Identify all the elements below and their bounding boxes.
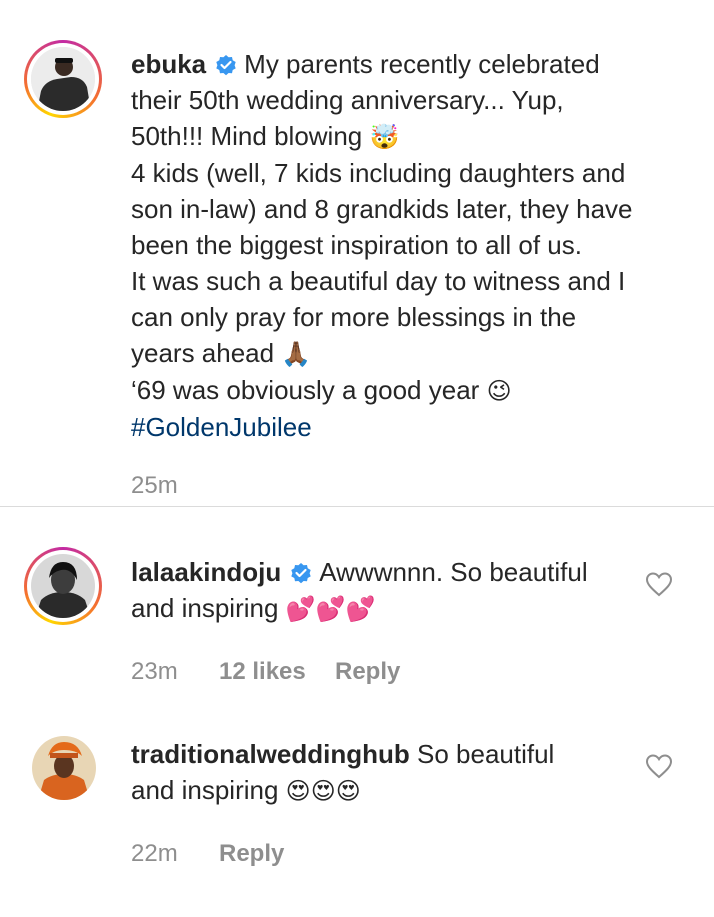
caption-text-line-1: My parents recently celebrated [244, 49, 600, 79]
exploding-head-emoji-icon: 🤯 [369, 123, 400, 151]
comment-2-reply-button[interactable]: Reply [219, 840, 284, 868]
like-heart-icon[interactable] [645, 753, 673, 779]
comment-1-text-line-1: Awwwnnn. So beautiful [319, 557, 588, 587]
caption-line-8: can only pray for more blessings in the [131, 302, 577, 332]
comment-1-body: lalaakindoju Awwwnnn. So beautiful and in… [131, 554, 588, 627]
caption-line-4: 4 kids (well, 7 kids including daughters… [131, 158, 626, 188]
winking-face-emoji-icon: 😉 [486, 377, 512, 405]
verified-badge-icon [216, 55, 236, 76]
comment-2-text-line-2: and inspiring [131, 775, 279, 805]
caption-line-6: been the biggest inspiration to all of u… [131, 230, 582, 260]
comment-2-line-1: traditionalweddinghub So beautiful [131, 736, 554, 772]
comment-2-username[interactable]: traditionalweddinghub [131, 739, 410, 769]
comment-1-line-1: lalaakindoju Awwwnnn. So beautiful [131, 554, 588, 590]
caption-line-9: years ahead 🙏🏾 [131, 335, 633, 372]
comment-2-body: traditionalweddinghub So beautiful and i… [131, 736, 554, 809]
caption-line-7: It was such a beautiful day to witness a… [131, 266, 626, 296]
caption-avatar[interactable] [31, 47, 95, 111]
folded-hands-emoji-icon: 🙏🏾 [281, 340, 312, 368]
caption-line-5: son in-law) and 8 grandkids later, they … [131, 194, 633, 224]
divider [0, 506, 714, 507]
caption-line-1: ebuka My parents recently celebrated [131, 46, 633, 82]
like-heart-icon[interactable] [645, 571, 673, 597]
comment-1-reply-button[interactable]: Reply [335, 658, 400, 686]
caption-line-10: ‘69 was obviously a good year 😉 [131, 372, 633, 409]
comment-2-avatar[interactable] [32, 736, 96, 800]
two-hearts-emoji-icon: 💕💕💕 [285, 595, 376, 623]
comment-1-line-2: and inspiring 💕💕💕 [131, 590, 588, 627]
caption-line-3: 50th!!! Mind blowing 🤯 [131, 118, 633, 155]
caption-timestamp: 25m [131, 472, 178, 499]
person-photo-icon [32, 736, 96, 800]
caption-text-line-10: ‘69 was obviously a good year [131, 375, 480, 405]
verified-badge-icon [291, 563, 311, 584]
comment-1-username[interactable]: lalaakindoju [131, 557, 281, 587]
person-photo-icon [31, 554, 95, 618]
heart-eyes-emoji-icon: 😍😍😍 [285, 777, 361, 805]
comment-2-timestamp: 22m [131, 840, 178, 867]
caption-text-line-9: years ahead [131, 338, 275, 368]
comment-1-likes[interactable]: 12 likes [219, 658, 306, 686]
person-photo-icon [31, 47, 95, 111]
caption-text-line-3: 50th!!! Mind blowing [131, 121, 363, 151]
comment-1-text-line-2: and inspiring [131, 593, 279, 623]
caption-line-2: their 50th wedding anniversary... Yup, [131, 85, 564, 115]
caption-body: ebuka My parents recently celebrated thei… [131, 46, 633, 445]
comment-1-timestamp: 23m [131, 658, 178, 685]
caption-username[interactable]: ebuka [131, 49, 206, 79]
comment-2-text-line-1: So beautiful [417, 739, 555, 769]
comment-1-avatar[interactable] [31, 554, 95, 618]
comment-2-line-2: and inspiring 😍😍😍 [131, 772, 554, 809]
caption-hashtag[interactable]: #GoldenJubilee [131, 409, 633, 445]
